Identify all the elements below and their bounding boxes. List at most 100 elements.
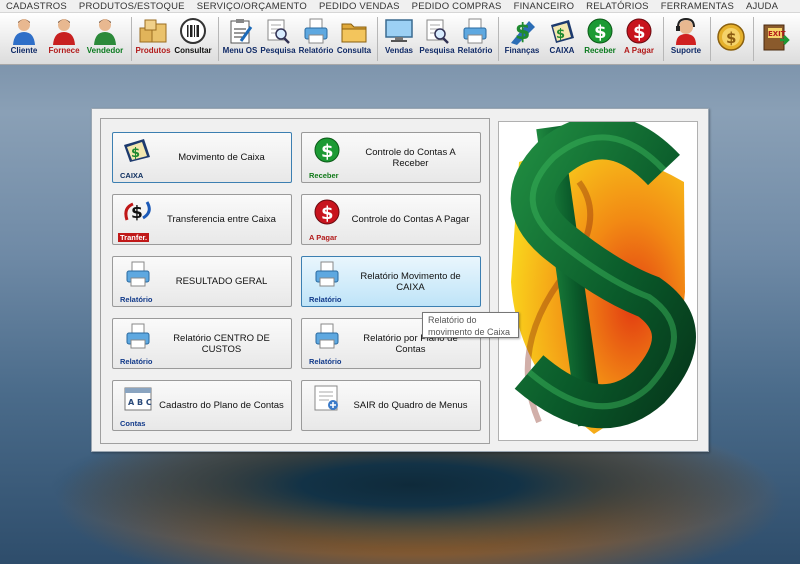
button-label: Relatório Movimento de CAIXA — [360, 270, 461, 293]
toolbar-a-pagar-label: A Pagar — [624, 46, 654, 55]
svg-text:$: $ — [633, 22, 646, 43]
toolbar-coin-button[interactable]: $ — [714, 13, 748, 61]
transfer-icon: $ — [121, 198, 155, 226]
printer-icon — [121, 260, 155, 288]
toolbar-cliente-button[interactable]: Cliente — [4, 13, 44, 61]
printer-icon — [459, 17, 491, 45]
barcode-icon — [177, 17, 209, 45]
toolbar-pesquisa2-label: Pesquisa — [419, 46, 455, 55]
button-label: Controle do Contas A Receber — [365, 146, 456, 169]
svg-text:$: $ — [131, 146, 140, 161]
toolbar-fornece-button[interactable]: Fornece — [46, 13, 82, 61]
cadastro-plano-contas-button[interactable]: A B C Contas Cadastro do Plano de Contas — [112, 380, 292, 431]
toolbar-caixa-button[interactable]: $ CAIXA — [544, 13, 580, 61]
menu-ajuda[interactable]: AJUDA — [746, 0, 778, 12]
toolbar-separator — [663, 17, 664, 61]
svg-text:$: $ — [594, 22, 607, 43]
finance-menu-dialog: $ CAIXA Movimento de Caixa $ Receber Con… — [91, 108, 709, 452]
menu-servico-orcamento[interactable]: SERVIÇO/ORÇAMENTO — [197, 0, 307, 12]
toolbar-financas-label: Finanças — [504, 46, 540, 55]
button-icon: Relatório — [307, 322, 347, 366]
movimento-caixa-button[interactable]: $ CAIXA Movimento de Caixa — [112, 132, 292, 183]
menu-ferramentas[interactable]: FERRAMENTAS — [661, 0, 734, 12]
svg-text:EXIT: EXIT — [768, 30, 786, 38]
resultado-geral-button[interactable]: Relatório RESULTADO GERAL — [112, 256, 292, 307]
support-icon — [670, 17, 702, 45]
toolbar-exit-button[interactable]: EXIT — [757, 13, 793, 61]
coin-icon: $ — [715, 23, 747, 51]
menu-financeiro[interactable]: FINANCEIRO — [514, 0, 575, 12]
toolbar-menu-os-button[interactable]: Menu OS — [222, 13, 258, 61]
svg-text:$: $ — [131, 203, 143, 223]
person-icon — [48, 17, 80, 45]
toolbar-financas-button[interactable]: $ Finanças — [502, 13, 542, 61]
toolbar-pesquisa1-button[interactable]: Pesquisa — [260, 13, 296, 61]
book-icon: $ — [121, 136, 155, 164]
button-label: Controle do Contas A Pagar — [351, 214, 470, 225]
button-label: Transferencia entre Caixa — [167, 214, 276, 225]
menu-produtos-estoque[interactable]: PRODUTOS/ESTOQUE — [79, 0, 185, 12]
printer-icon — [121, 322, 155, 350]
toolbar-pesquisa2-button[interactable]: Pesquisa — [419, 13, 455, 61]
printer-icon — [310, 260, 344, 288]
button-icon: $ A Pagar — [307, 198, 347, 242]
button-caption: CAIXA — [120, 170, 144, 180]
button-caption: Relatório — [120, 356, 153, 366]
toolbar-cliente-label: Cliente — [10, 46, 38, 55]
toolbar-suporte-button[interactable]: Suporte — [667, 13, 705, 61]
toolbar-produtos-button[interactable]: Produtos — [135, 13, 171, 61]
contas-pagar-button[interactable]: $ A Pagar Controle do Contas A Pagar — [301, 194, 481, 245]
svg-text:$: $ — [515, 20, 530, 45]
button-icon: Relatório — [118, 260, 158, 304]
printer-icon — [310, 322, 344, 350]
toolbar-caixa-label: CAIXA — [549, 46, 575, 55]
svg-text:A B C: A B C — [128, 398, 152, 407]
toolbar-fornece-label: Fornece — [48, 46, 80, 55]
dollar-icon: $ — [584, 17, 616, 45]
toolbar: Cliente Fornece Vendedor Produtos Consul… — [0, 13, 800, 65]
contas-receber-button[interactable]: $ Receber Controle do Contas A Receber — [301, 132, 481, 183]
toolbar-suporte-label: Suporte — [670, 46, 702, 55]
dollar-logo-icon — [510, 115, 696, 434]
document-icon — [310, 384, 344, 412]
toolbar-separator — [710, 17, 711, 61]
menu-relatorios[interactable]: RELATÓRIOS — [586, 0, 649, 12]
toolbar-relatorio2-button[interactable]: Relatório — [457, 13, 493, 61]
button-icon: Relatório — [118, 322, 158, 366]
sair-quadro-menus-button[interactable]: SAIR do Quadro de Menus — [301, 380, 481, 431]
toolbar-consulta-button[interactable]: Consulta — [336, 13, 372, 61]
toolbar-vendedor-button[interactable]: Vendedor — [84, 13, 126, 61]
button-label: Relatório CENTRO DE CUSTOS — [173, 332, 270, 355]
toolbar-a-pagar-button[interactable]: $ A Pagar — [620, 13, 658, 61]
toolbar-relatorio1-label: Relatório — [298, 46, 334, 55]
tooltip: Relatório do movimento de Caixa — [422, 312, 519, 338]
exit-icon: EXIT — [759, 23, 791, 51]
relatorio-centro-custos-button[interactable]: Relatório Relatório CENTRO DE CUSTOS — [112, 318, 292, 369]
toolbar-pesquisa1-label: Pesquisa — [260, 46, 296, 55]
button-caption: Contas — [120, 418, 146, 428]
printer-icon — [300, 17, 332, 45]
toolbar-vendas-label: Vendas — [384, 46, 413, 55]
button-caption: Relatório — [309, 356, 342, 366]
button-caption: A Pagar — [309, 232, 338, 242]
toolbar-produtos-label: Produtos — [135, 46, 171, 55]
toolbar-consultar-button[interactable]: Consultar — [173, 13, 213, 61]
relatorio-movimento-caixa-button[interactable]: Relatório Relatório Movimento de CAIXA — [301, 256, 481, 307]
svg-text:$: $ — [556, 27, 565, 42]
toolbar-relatorio1-button[interactable]: Relatório — [298, 13, 334, 61]
svg-text:$: $ — [321, 141, 334, 162]
toolbar-vendas-button[interactable]: Vendas — [381, 13, 417, 61]
button-icon — [307, 384, 347, 428]
menu-pedido-compras[interactable]: PEDIDO COMPRAS — [412, 0, 502, 12]
book-icon: $ — [546, 17, 578, 45]
menu-pedido-vendas[interactable]: PEDIDO VENDAS — [319, 0, 400, 12]
menu-cadastros[interactable]: CADASTROS — [6, 0, 67, 12]
button-icon: A B C Contas — [118, 384, 158, 428]
toolbar-receber-button[interactable]: $ Receber — [582, 13, 618, 61]
button-icon: $ Receber — [307, 136, 347, 180]
clipboard-icon — [224, 17, 256, 45]
dollar-logo-image — [498, 115, 698, 441]
transferencia-caixa-button[interactable]: $ Tranfer. Transferencia entre Caixa — [112, 194, 292, 245]
person-icon — [89, 17, 121, 45]
button-icon: $ Tranfer. — [118, 198, 158, 242]
